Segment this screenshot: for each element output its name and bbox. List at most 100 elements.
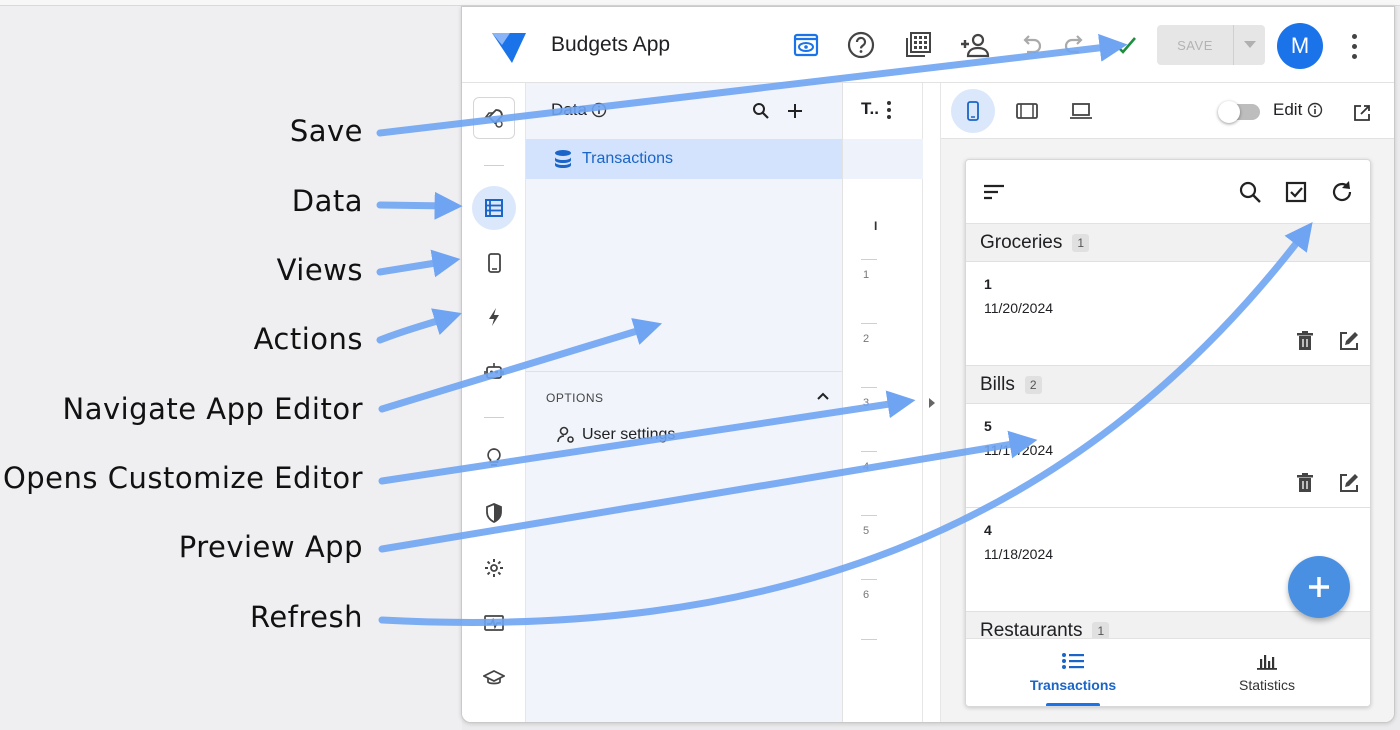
panel-collapse-handle[interactable]: [923, 83, 941, 722]
saved-check-indicator: [1110, 29, 1142, 61]
rail-actions[interactable]: [472, 295, 516, 339]
phone-icon: [488, 253, 501, 273]
group-count-badge: 1: [1072, 233, 1090, 252]
check-icon: [1116, 37, 1136, 54]
plus-icon: [1309, 577, 1329, 597]
bottom-nav: Transactions Statistics: [966, 638, 1370, 706]
share-add-person-button[interactable]: [959, 29, 991, 61]
select-button[interactable]: [1282, 178, 1310, 206]
caret-down-icon: [1243, 41, 1256, 48]
rail-intelligence[interactable]: [472, 435, 516, 479]
checkbox-icon: [1285, 181, 1307, 203]
bar-chart-icon: [1257, 655, 1277, 670]
refresh-button[interactable]: [1328, 178, 1356, 206]
rocket-icon: [484, 109, 503, 128]
delete-button[interactable]: [1292, 470, 1318, 496]
lightbulb-icon: [487, 448, 501, 466]
group-header-groceries[interactable]: Groceries 1: [966, 224, 1370, 262]
device-mobile-button[interactable]: [951, 89, 995, 133]
undo-icon: [1023, 35, 1042, 54]
group-name: Bills: [980, 373, 1015, 395]
column-label: I: [874, 219, 878, 233]
redo-button[interactable]: [1059, 29, 1091, 61]
annotation-refresh: Refresh: [249, 600, 363, 634]
edit-mode-toggle[interactable]: [1218, 101, 1260, 123]
open-new-window-icon[interactable]: [1353, 104, 1371, 122]
annotation-navigate: Navigate App Editor: [62, 392, 363, 426]
database-icon: [555, 150, 571, 168]
search-icon[interactable]: [752, 102, 770, 120]
info-icon[interactable]: [591, 102, 607, 118]
columns-header: T..: [861, 99, 879, 118]
trash-icon: [1297, 331, 1313, 350]
tablet-icon: [1016, 103, 1038, 119]
grid-button[interactable]: [902, 29, 934, 61]
info-icon[interactable]: [1307, 102, 1323, 118]
app-title: Budgets App: [551, 33, 671, 56]
help-button[interactable]: [845, 29, 877, 61]
list-item[interactable]: 5 11/17/2024: [966, 404, 1370, 508]
options-section-label: OPTIONS: [546, 391, 604, 405]
sort-button[interactable]: [980, 178, 1008, 206]
item-number: 4: [984, 522, 992, 538]
annotation-data: Data: [291, 184, 363, 218]
save-dropdown[interactable]: [1233, 25, 1265, 65]
phone-preview-frame: Groceries 1 1 11/20/2024 Bills 2 5 11/17…: [965, 159, 1371, 707]
rail-settings[interactable]: [472, 546, 516, 590]
more-menu-button[interactable]: [1342, 31, 1366, 61]
redo-icon: [1064, 35, 1083, 54]
rail-deploy[interactable]: [473, 97, 515, 139]
item-date: 11/17/2024: [984, 442, 1054, 458]
rail-data[interactable]: [472, 186, 516, 230]
annotation-save: Save: [289, 114, 363, 148]
chevron-up-icon[interactable]: [816, 391, 830, 401]
preview-eye-button[interactable]: [790, 29, 822, 61]
undo-button[interactable]: [1015, 29, 1047, 61]
table-item-transactions[interactable]: Transactions: [526, 139, 842, 179]
columns-more-icon[interactable]: [887, 101, 891, 119]
user-settings-icon: [557, 426, 574, 443]
edit-mode-label: Edit: [1273, 100, 1323, 120]
row-number: 6: [863, 589, 870, 601]
rail-automation[interactable]: [472, 349, 516, 393]
preview-toolbar: Edit: [941, 83, 1394, 139]
edit-button[interactable]: [1336, 328, 1362, 354]
preview-search-button[interactable]: [1236, 178, 1264, 206]
save-button[interactable]: SAVE: [1157, 25, 1265, 65]
edit-pencil-icon: [1340, 474, 1358, 492]
add-person-icon: [961, 33, 990, 58]
device-desktop-button[interactable]: [1059, 89, 1103, 133]
item-number: 5: [984, 418, 992, 434]
group-name: Groceries: [980, 231, 1063, 253]
item-number: 1: [984, 276, 992, 292]
group-count-badge: 1: [1092, 621, 1110, 640]
preview-app-bar: [966, 160, 1370, 224]
database-table-icon: [485, 199, 503, 217]
caret-right-icon: [929, 398, 935, 408]
add-icon[interactable]: [786, 102, 804, 120]
row-number: 5: [863, 525, 870, 537]
app-header: Budgets App SAVE M: [462, 7, 1394, 83]
eye-icon: [793, 33, 819, 57]
rail-security[interactable]: [472, 491, 516, 535]
rail-views[interactable]: [472, 241, 516, 285]
device-tablet-button[interactable]: [1005, 89, 1049, 133]
phone-icon: [967, 101, 979, 121]
rail-monitor[interactable]: [472, 601, 516, 645]
tab-transactions[interactable]: Transactions: [998, 651, 1148, 693]
annotation-preview: Preview App: [178, 530, 363, 564]
user-settings-item[interactable]: User settings: [556, 425, 675, 445]
avatar[interactable]: M: [1277, 23, 1323, 69]
sort-icon: [984, 184, 1004, 200]
nav-rail: [462, 83, 526, 722]
rail-learn[interactable]: [472, 656, 516, 700]
tab-statistics[interactable]: Statistics: [1192, 651, 1342, 693]
edit-pencil-icon: [1340, 332, 1358, 350]
graduation-cap-icon: [483, 670, 505, 685]
delete-button[interactable]: [1292, 328, 1318, 354]
group-header-bills[interactable]: Bills 2: [966, 366, 1370, 404]
edit-button[interactable]: [1336, 470, 1362, 496]
add-item-fab[interactable]: [1288, 556, 1350, 618]
edit-label-text: Edit: [1273, 100, 1303, 119]
list-item[interactable]: 1 11/20/2024: [966, 262, 1370, 366]
